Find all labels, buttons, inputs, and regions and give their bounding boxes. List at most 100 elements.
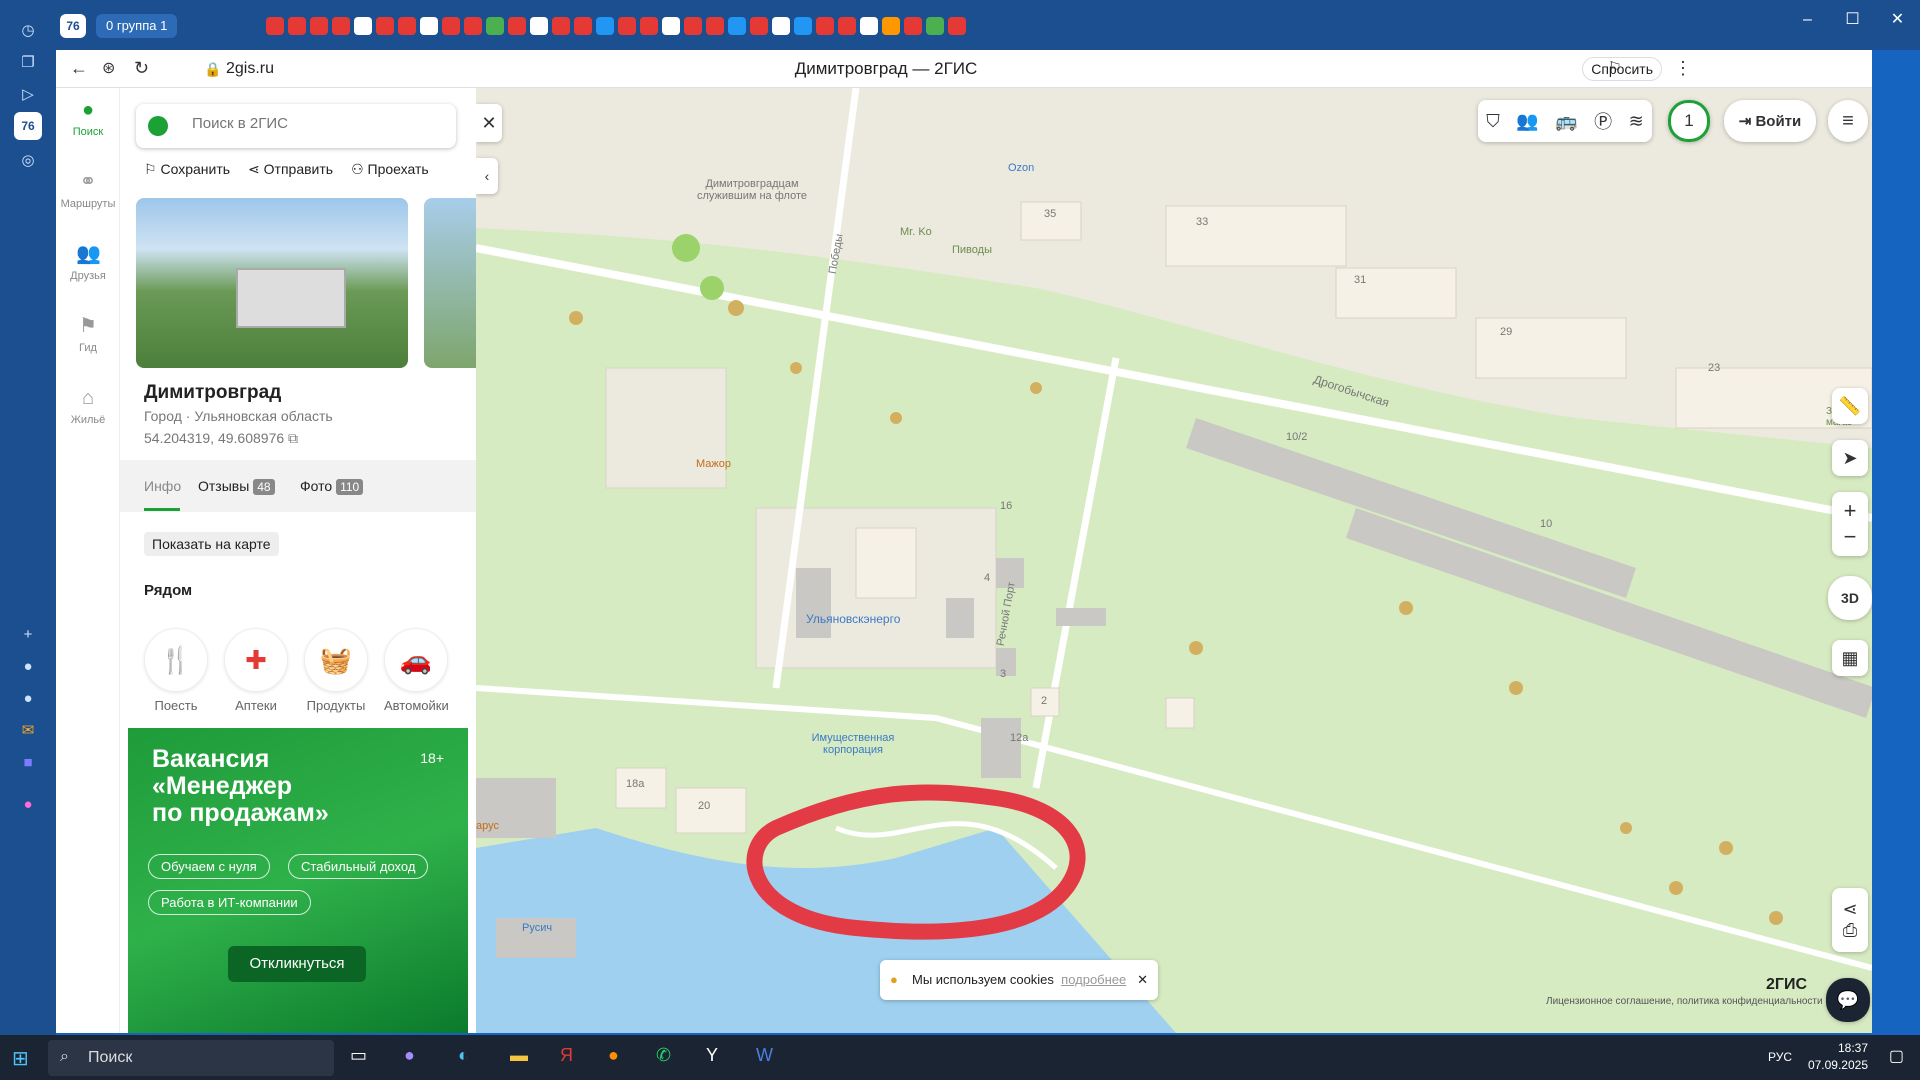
- menu-dots-icon[interactable]: ⋮: [1674, 58, 1692, 79]
- tab-icon[interactable]: [882, 17, 900, 35]
- nav-guide[interactable]: ⚑ Гид: [56, 314, 120, 354]
- taskbar-search[interactable]: ⌕ Поиск: [48, 1040, 334, 1076]
- whatsapp-icon[interactable]: ✆: [656, 1045, 671, 1066]
- task-view-icon[interactable]: ▭: [350, 1045, 367, 1066]
- category-food[interactable]: 🍴 Поесть: [144, 628, 208, 713]
- mail-icon[interactable]: ✉: [14, 716, 42, 744]
- tab-icon[interactable]: [464, 17, 482, 35]
- login-button[interactable]: ⇥ Войти: [1724, 100, 1816, 142]
- messenger-icon[interactable]: ■: [14, 748, 42, 776]
- tab-icon[interactable]: [904, 17, 922, 35]
- search-box[interactable]: [136, 104, 456, 148]
- copy-icon[interactable]: ⧉: [288, 430, 298, 446]
- notification-icon[interactable]: ▢: [1889, 1046, 1904, 1066]
- yandex-icon[interactable]: Я: [560, 1045, 573, 1066]
- tab-icon[interactable]: [618, 17, 636, 35]
- yandex-browser-icon[interactable]: Y: [706, 1045, 718, 1066]
- play-icon[interactable]: ▷: [14, 80, 42, 108]
- tab-icon[interactable]: [926, 17, 944, 35]
- maximize-icon[interactable]: ☐: [1830, 0, 1875, 40]
- ruler-button[interactable]: 📏: [1832, 388, 1868, 424]
- edge-icon[interactable]: ◐: [458, 1045, 469, 1066]
- tab-icon[interactable]: [750, 17, 768, 35]
- ask-button[interactable]: Спросить: [1582, 57, 1662, 81]
- tab-icon[interactable]: [420, 17, 438, 35]
- tab-icon[interactable]: [288, 17, 306, 35]
- tab-reviews[interactable]: Отзывы 48: [198, 478, 275, 495]
- tab-strip[interactable]: [266, 17, 966, 35]
- chat-button[interactable]: 💬: [1826, 978, 1870, 1022]
- drive-button[interactable]: ⚇ Проехать: [351, 161, 429, 178]
- tab-icon[interactable]: [816, 17, 834, 35]
- add-icon[interactable]: +: [14, 620, 42, 648]
- map-label-mrko[interactable]: Mr. Ko: [900, 226, 932, 238]
- ad-cta-button[interactable]: Откликнуться: [228, 946, 366, 982]
- tab-icon[interactable]: [354, 17, 372, 35]
- app-icon[interactable]: ●: [404, 1045, 415, 1066]
- menu-button[interactable]: ≡: [1828, 100, 1868, 142]
- cookie-close-icon[interactable]: ✕: [1137, 960, 1148, 1000]
- tab-icon[interactable]: [838, 17, 856, 35]
- alice-icon[interactable]: ●: [14, 790, 42, 818]
- tab-icon[interactable]: [860, 17, 878, 35]
- history-icon[interactable]: ◷: [14, 16, 42, 44]
- share-icon[interactable]: ⋖: [1842, 899, 1857, 920]
- tab-icon[interactable]: [530, 17, 548, 35]
- nav-friends[interactable]: 👥 Друзья: [56, 242, 120, 282]
- app-icon[interactable]: ●: [608, 1045, 619, 1066]
- map-label-pivody[interactable]: Пиводы: [952, 244, 992, 256]
- nav-housing[interactable]: ⌂ Жильё: [56, 386, 120, 426]
- layers-icon[interactable]: ≋: [1629, 111, 1644, 132]
- tab-icon[interactable]: [640, 17, 658, 35]
- map-label-mazhor[interactable]: Мажор: [696, 458, 731, 470]
- language-indicator[interactable]: РУС: [1768, 1049, 1792, 1066]
- map-label-ozon[interactable]: Ozon: [1008, 162, 1034, 174]
- nav-routes[interactable]: ⚭ Маршруты: [56, 170, 120, 210]
- tab-icon[interactable]: [398, 17, 416, 35]
- map-label-energo[interactable]: Ульяновскэнерго: [806, 612, 900, 626]
- zoom-out-button[interactable]: −: [1844, 524, 1857, 550]
- tab-group-count[interactable]: 76: [60, 14, 86, 38]
- tab-icon[interactable]: [376, 17, 394, 35]
- notifications-badge[interactable]: 1: [1668, 100, 1710, 142]
- tab-photos[interactable]: Фото 110: [300, 478, 364, 495]
- map-label-monument[interactable]: Димитровградцам служившим на флоте: [692, 178, 812, 202]
- tab-icon[interactable]: [574, 17, 592, 35]
- tab-icon[interactable]: [596, 17, 614, 35]
- tab-icon[interactable]: [706, 17, 724, 35]
- view-3d-button[interactable]: 3D: [1828, 576, 1872, 620]
- app-icon[interactable]: ●: [14, 652, 42, 680]
- tab-info[interactable]: Инфо: [144, 478, 181, 494]
- traffic-icon[interactable]: ⛉: [1486, 111, 1500, 132]
- print-icon[interactable]: ⎙: [1843, 920, 1857, 941]
- tab-icon[interactable]: [508, 17, 526, 35]
- map-type-button[interactable]: ▦: [1832, 640, 1868, 676]
- tab-icon[interactable]: [684, 17, 702, 35]
- clock-date[interactable]: 07.09.2025: [1808, 1057, 1868, 1074]
- tab-icon[interactable]: [486, 17, 504, 35]
- city-coords[interactable]: 54.204319, 49.608976 ⧉: [144, 430, 298, 447]
- job-ad-banner[interactable]: Вакансия «Менеджер по продажам» 18+ Обучае…: [128, 728, 468, 1033]
- category-carwash[interactable]: 🚗 Автомойки: [384, 628, 449, 713]
- app-icon[interactable]: ●: [14, 684, 42, 712]
- show-on-map-button[interactable]: Показать на карте: [144, 532, 279, 556]
- city-photo-2[interactable]: [424, 198, 476, 368]
- folder-icon[interactable]: ▬: [510, 1045, 528, 1066]
- save-button[interactable]: ⚐ Сохранить: [144, 161, 230, 178]
- map-label-rusich[interactable]: Русич: [522, 922, 552, 934]
- tab-icon[interactable]: [310, 17, 328, 35]
- map-label-corp[interactable]: Имущественная корпорация: [798, 732, 908, 756]
- category-groceries[interactable]: 🧺 Продукты: [304, 628, 368, 713]
- map-canvas[interactable]: Димитровградцам служившим на флоте Ozon …: [476, 88, 1872, 1033]
- tab-icon[interactable]: [794, 17, 812, 35]
- nav-search[interactable]: ● Поиск: [56, 98, 120, 138]
- tab-group-label[interactable]: 0 группа 1: [96, 14, 178, 38]
- city-photo[interactable]: [136, 198, 408, 368]
- transport-icon[interactable]: 🚌: [1555, 111, 1577, 132]
- collections-icon[interactable]: ❐: [14, 48, 42, 76]
- locate-button[interactable]: ➤: [1832, 440, 1868, 476]
- word-icon[interactable]: W: [756, 1045, 773, 1066]
- screenshot-icon[interactable]: ◎: [14, 146, 42, 174]
- search-input[interactable]: [192, 115, 432, 132]
- tab-icon[interactable]: [552, 17, 570, 35]
